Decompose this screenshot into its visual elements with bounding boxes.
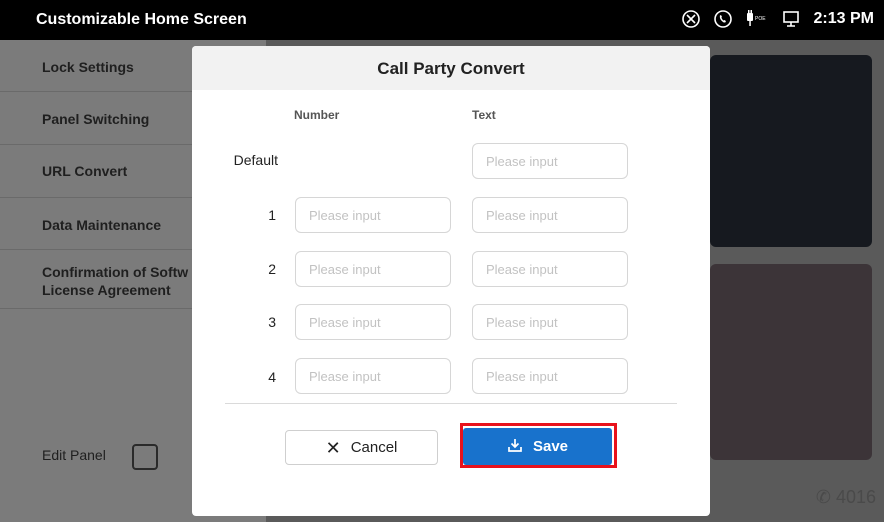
text-input-3[interactable]	[472, 304, 628, 340]
sidebar-item-label: URL Convert	[42, 163, 128, 179]
network-icon	[780, 8, 802, 30]
extension-label: ✆ 4016	[816, 487, 876, 508]
row-label-2: 2	[268, 261, 276, 277]
sidebar-item-label: Confirmation of Softw	[42, 264, 189, 280]
panel-card	[710, 264, 872, 460]
column-header-text: Text	[472, 108, 496, 122]
save-button-highlight	[460, 423, 617, 468]
number-input-3[interactable]	[295, 304, 451, 340]
panel-card	[710, 55, 872, 247]
number-input-1[interactable]	[295, 197, 451, 233]
phone-icon: ✆	[815, 487, 831, 507]
cancel-button[interactable]: ✕ Cancel	[285, 430, 438, 465]
sidebar-item-label-line2: License Agreement	[42, 282, 171, 298]
row-label-1: 1	[268, 207, 276, 223]
row-label-4: 4	[268, 369, 276, 385]
sidebar-item-label: Data Maintenance	[42, 217, 162, 233]
default-text-input[interactable]	[472, 143, 628, 179]
text-input-1[interactable]	[472, 197, 628, 233]
call-party-convert-dialog: Call Party Convert Number Text Default 1…	[192, 46, 710, 516]
row-label-default: Default	[233, 152, 278, 168]
close-icon: ✕	[325, 437, 341, 458]
phone-status-icon	[712, 8, 734, 30]
text-input-4[interactable]	[472, 358, 628, 394]
number-input-2[interactable]	[295, 251, 451, 287]
dialog-header: Call Party Convert	[192, 46, 710, 90]
dialog-divider	[225, 403, 677, 404]
text-input-2[interactable]	[472, 251, 628, 287]
sidebar-item-label: Panel Switching	[42, 111, 150, 127]
screen-title: Customizable Home Screen	[36, 11, 247, 28]
status-icons: POE 2:13 PM	[680, 8, 874, 30]
status-bar: Customizable Home Screen POE 2:13 PM	[0, 0, 884, 40]
poe-icon: POE	[744, 8, 770, 30]
edit-panel-checkbox[interactable]	[132, 444, 158, 470]
column-header-number: Number	[294, 108, 340, 122]
no-disturb-icon	[680, 8, 702, 30]
svg-text:POE: POE	[755, 16, 766, 22]
clock: 2:13 PM	[813, 10, 874, 27]
dialog-title: Call Party Convert	[377, 59, 525, 78]
sidebar-item-label: Lock Settings	[42, 59, 134, 75]
extension-number: 4016	[835, 487, 876, 507]
number-input-4[interactable]	[295, 358, 451, 394]
row-label-3: 3	[268, 314, 276, 330]
cancel-button-label: Cancel	[350, 439, 398, 456]
edit-panel-label: Edit Panel	[42, 447, 106, 463]
